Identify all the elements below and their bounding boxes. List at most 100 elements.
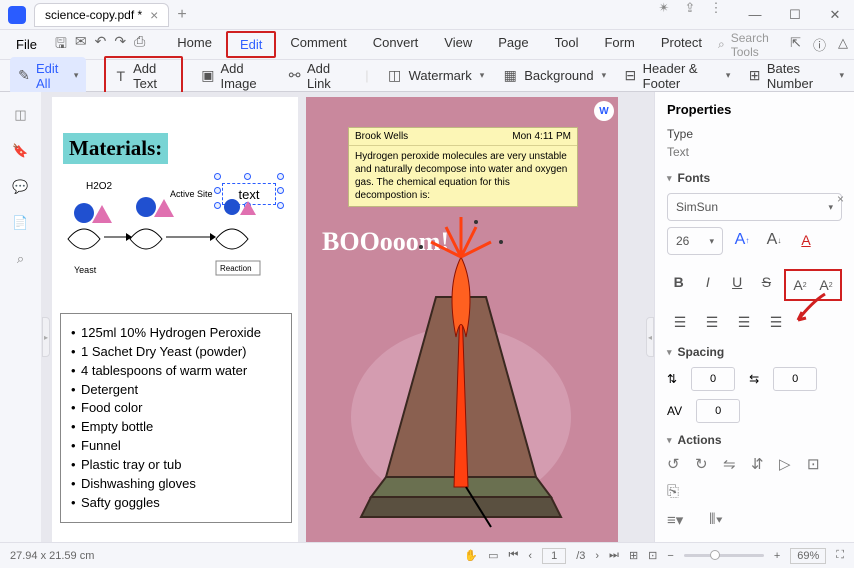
flip-v-icon[interactable]: ⇵ (751, 455, 769, 473)
right-panel-handle[interactable]: ◂ (646, 317, 654, 357)
search-panel-icon[interactable]: ⌕ (12, 250, 30, 268)
strikethrough-icon[interactable]: S (755, 269, 778, 295)
comments-icon[interactable]: 💬 (12, 178, 30, 196)
flip-h-icon[interactable]: ⇋ (723, 455, 741, 473)
kebab-icon[interactable]: ⋮ (708, 0, 724, 16)
font-size-select[interactable]: 26▾ (667, 227, 723, 255)
spacing-section[interactable]: Spacing (667, 345, 842, 359)
line-spacing-input[interactable]: 0 (691, 367, 735, 391)
menu-file[interactable]: File (6, 37, 47, 52)
undo-icon[interactable]: ↶ (95, 33, 107, 57)
superscript-icon[interactable]: A2 (787, 272, 813, 298)
menu-edit[interactable]: Edit (226, 31, 276, 58)
close-window-button[interactable]: ✕ (816, 0, 854, 30)
align-justify-icon[interactable]: ☰ (763, 309, 789, 335)
align-right-icon[interactable]: ☰ (731, 309, 757, 335)
search-tools[interactable]: ⌕ Search Tools (718, 31, 772, 59)
mail-icon[interactable]: ✉ (75, 33, 87, 57)
underline-icon[interactable]: U (726, 269, 749, 295)
font-family-select[interactable]: SimSun▾ (667, 193, 842, 221)
bates-number-button[interactable]: ⊞ Bates Number▾ (748, 61, 844, 91)
menu-convert[interactable]: Convert (361, 31, 431, 58)
edit-all-icon: ✎ (18, 68, 30, 84)
page-input[interactable]: 1 (542, 548, 566, 564)
italic-icon[interactable]: I (696, 269, 719, 295)
last-page-icon[interactable]: ⏭ (609, 549, 619, 562)
align-center-icon[interactable]: ☰ (699, 309, 725, 335)
menu-form[interactable]: Form (592, 31, 646, 58)
menu-view[interactable]: View (432, 31, 484, 58)
char-spacing-input[interactable]: 0 (696, 399, 740, 423)
redo-icon[interactable]: ↷ (114, 33, 126, 57)
menu-comment[interactable]: Comment (278, 31, 358, 58)
ai-icon[interactable]: ✴ (656, 0, 672, 16)
new-tab-button[interactable]: + (177, 6, 186, 24)
menu-page[interactable]: Page (486, 31, 540, 58)
thumbnails-icon[interactable]: ◫ (12, 106, 30, 124)
materials-list: 125ml 10% Hydrogen Peroxide1 Sachet Dry … (60, 313, 292, 523)
add-link-button[interactable]: ⚯ Add Link (288, 61, 347, 91)
attachments-icon[interactable]: 📄 (12, 214, 30, 232)
select-tool-icon[interactable]: ▭ (488, 549, 498, 562)
close-tab-icon[interactable]: × (150, 7, 158, 23)
save-icon[interactable]: 🖫 (55, 33, 67, 57)
comment-note[interactable]: Brook WellsMon 4:11 PM Hydrogen peroxide… (348, 127, 578, 207)
replace-icon[interactable]: ⊡ (807, 455, 825, 473)
zoom-in-icon[interactable]: + (774, 550, 780, 562)
add-text-button[interactable]: T Add Text (104, 56, 183, 96)
decrease-font-icon[interactable]: A↓ (761, 227, 787, 253)
menu-protect[interactable]: Protect (649, 31, 714, 58)
edit-all-button[interactable]: ✎ Edit All▾ (10, 57, 86, 95)
extract-icon[interactable]: ⎘ (667, 483, 685, 501)
align-left-icon[interactable]: ☰ (667, 309, 693, 335)
subscript-icon[interactable]: A2 (813, 272, 839, 298)
minimize-button[interactable]: — (736, 0, 774, 30)
page-dimensions: 27.94 x 21.59 cm (10, 550, 94, 562)
header-footer-button[interactable]: ⊟ Header & Footer▾ (624, 61, 730, 91)
menu-home[interactable]: Home (165, 31, 224, 58)
print-icon[interactable]: ⎙ (134, 33, 145, 57)
align-icon[interactable]: ⦀▾ (709, 511, 727, 529)
share-icon[interactable]: ⇪ (682, 0, 698, 16)
fonts-section[interactable]: Fonts (667, 171, 842, 185)
document-canvas[interactable]: ▸ ◂ Materials: text H2O2 Active Site (42, 92, 654, 542)
external-icon[interactable]: ⇱ (790, 35, 801, 54)
next-page-icon[interactable]: › (595, 550, 599, 562)
fit-page-icon[interactable]: ⊡ (648, 549, 657, 562)
rotate-right-icon[interactable]: ↻ (695, 455, 713, 473)
bold-icon[interactable]: B (667, 269, 690, 295)
char-spacing-icon: AV (667, 404, 682, 418)
zoom-value[interactable]: 69% (790, 548, 826, 564)
document-tab[interactable]: science-copy.pdf * × (34, 3, 169, 27)
first-page-icon[interactable]: ⏮ (508, 549, 518, 562)
font-color-icon[interactable]: A (793, 227, 819, 253)
zoom-slider[interactable] (684, 554, 764, 557)
crop-icon[interactable]: ▷ (779, 455, 797, 473)
actions-section[interactable]: Actions (667, 433, 842, 447)
fullscreen-icon[interactable]: ⛶ (836, 549, 844, 562)
fit-width-icon[interactable]: ⊞ (629, 549, 638, 562)
menu-tool[interactable]: Tool (543, 31, 591, 58)
background-button[interactable]: ▦ Background▾ (502, 68, 606, 84)
rotate-left-icon[interactable]: ↺ (667, 455, 685, 473)
close-panel-icon[interactable]: × (837, 192, 844, 206)
para-spacing-icon: ⇆ (749, 372, 759, 386)
materials-heading: Materials: (63, 133, 168, 164)
properties-panel: × Properties Type Text Fonts SimSun▾ 26▾… (654, 92, 854, 542)
word-export-icon[interactable]: W (594, 101, 614, 121)
para-spacing-input[interactable]: 0 (773, 367, 817, 391)
hand-tool-icon[interactable]: ✋ (464, 549, 478, 562)
watermark-button[interactable]: ◫ Watermark▾ (387, 68, 485, 84)
zoom-out-icon[interactable]: − (667, 550, 673, 562)
help-icon[interactable]: ⓘ (813, 35, 826, 54)
person-icon[interactable]: △ (838, 35, 848, 54)
maximize-button[interactable]: ☐ (776, 0, 814, 30)
page-left: Materials: text H2O2 Active Site Yea (52, 97, 298, 542)
increase-font-icon[interactable]: A↑ (729, 227, 755, 253)
prev-page-icon[interactable]: ‹ (528, 550, 532, 562)
left-panel-handle[interactable]: ▸ (42, 317, 50, 357)
arrange-icon[interactable]: ≡▾ (667, 511, 685, 529)
add-image-button[interactable]: ▣ Add Image (201, 61, 270, 91)
chevron-down-icon: ▾ (74, 70, 79, 81)
bookmarks-icon[interactable]: 🔖 (12, 142, 30, 160)
